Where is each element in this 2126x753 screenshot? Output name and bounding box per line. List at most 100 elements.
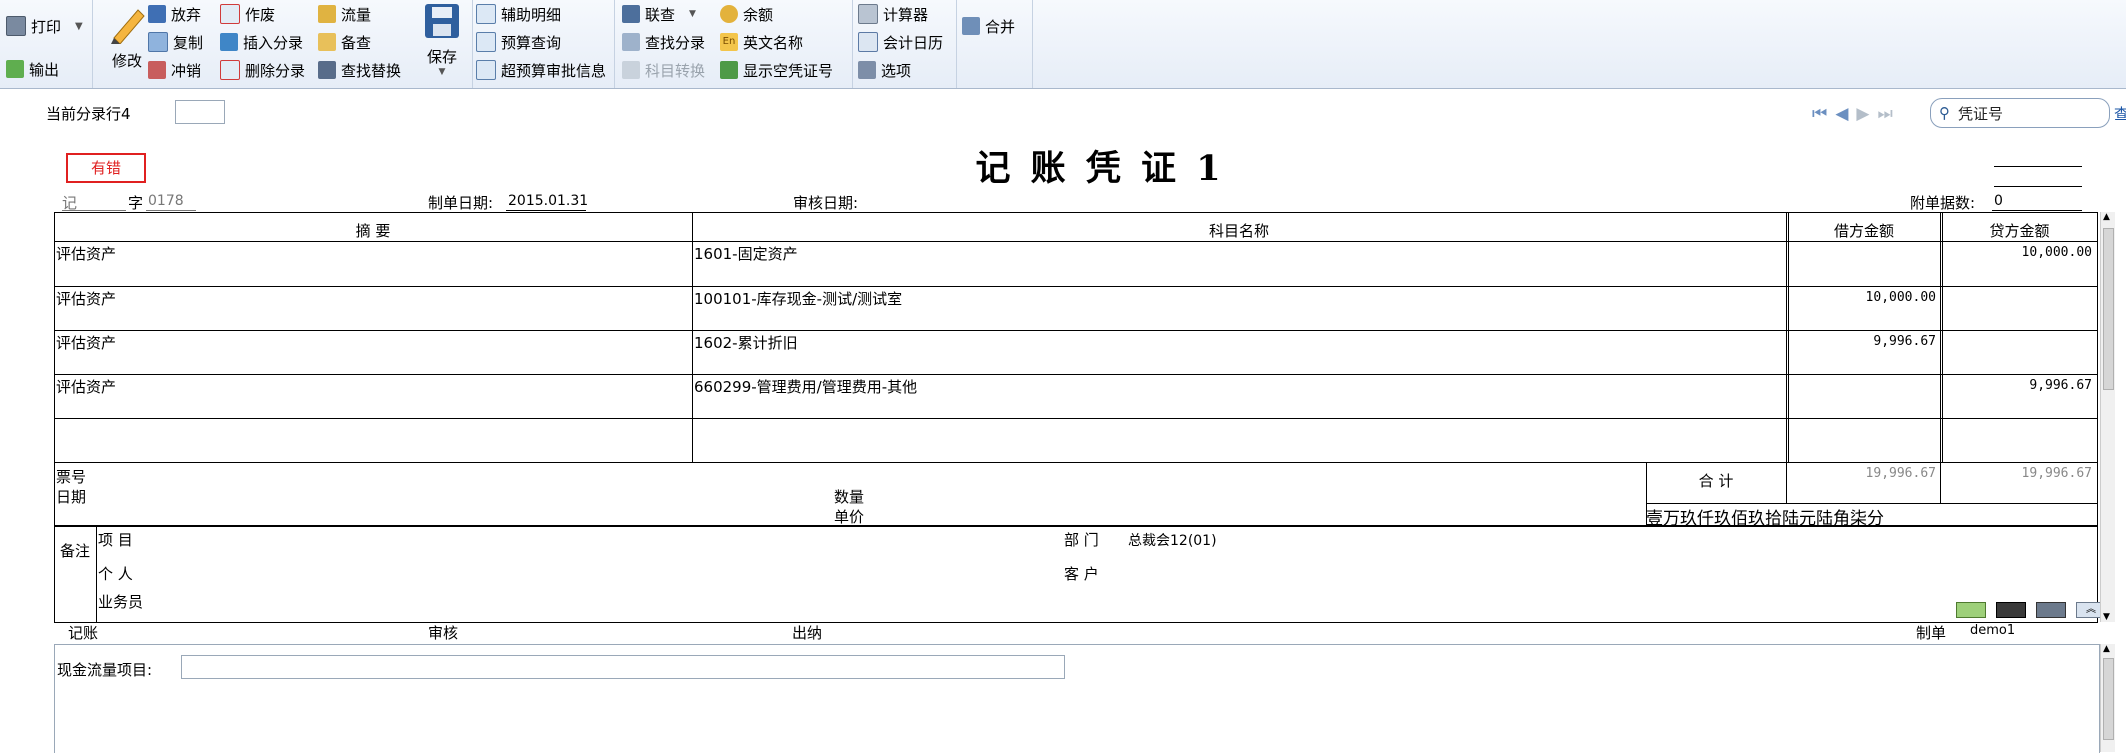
cashflow-panel: 现金流量项目: (54, 644, 2100, 753)
attachments-underline (1992, 210, 2082, 211)
row-summary[interactable]: 评估资产 (56, 376, 116, 397)
title-underline-2 (1994, 186, 2082, 187)
grid-line (54, 418, 2098, 419)
row-credit[interactable]: 9,996.67 (1942, 378, 2092, 393)
voucher-title: 记 账 凭 证 1 (975, 148, 1225, 189)
export-button[interactable]: 输出 (6, 57, 59, 81)
dropdown-arrow-icon: ▼ (438, 67, 446, 77)
grid-line (2097, 212, 2098, 622)
toolbar: 打印 ▼ 输出 修改 放弃 复制 冲销 作废 插入分录 删除分录 流量 备查 查… (0, 0, 2126, 89)
row-account[interactable]: 1602-累计折旧 (694, 332, 798, 353)
show-void-number-button[interactable]: 显示空凭证号 (720, 58, 833, 82)
convert-icon (622, 61, 640, 79)
print-button[interactable]: 打印 ▼ (6, 14, 83, 38)
english-name-button[interactable]: En 英文名称 (720, 30, 803, 54)
next-record-icon[interactable]: ▶ (1856, 104, 1869, 124)
insert-entry-button[interactable]: 插入分录 (220, 30, 303, 54)
cashier-label: 出纳 (792, 624, 823, 642)
calculator-icon (858, 4, 878, 24)
row-account[interactable]: 1601-固定资产 (694, 243, 798, 264)
row-summary[interactable]: 评估资产 (56, 288, 116, 309)
dropdown-arrow-icon[interactable]: ▼ (689, 9, 696, 19)
merge-button[interactable]: 合并 (962, 14, 1015, 38)
first-record-icon[interactable]: ⏮ (1812, 104, 1827, 124)
row-summary[interactable]: 评估资产 (56, 332, 116, 353)
header-summary: 摘 要 (355, 222, 391, 240)
attachments-count[interactable]: 0 (1994, 193, 2003, 209)
merge-icon (962, 17, 980, 35)
grid-line (1786, 462, 1787, 503)
last-record-icon[interactable]: ⏭ (1877, 104, 1892, 124)
unit-price-label: 单价 (834, 508, 865, 526)
grid-line (692, 212, 693, 462)
voucher-date[interactable]: 2015.01.31 (508, 193, 588, 209)
record-navigator: ⏮ ◀ ▶ ⏭ (1812, 104, 1893, 124)
maker-label: 制单 (1916, 624, 1947, 642)
delete-entry-button[interactable]: 删除分录 (220, 58, 305, 82)
budget-query-button[interactable]: 预算查询 (476, 30, 561, 54)
row-account[interactable]: 660299-管理费用/管理费用-其他 (694, 376, 917, 397)
check-button[interactable]: 备查 (318, 30, 371, 54)
scroll-down-icon[interactable]: ▼ (2103, 612, 2110, 622)
card-icon[interactable] (1996, 602, 2026, 618)
link-query-button[interactable]: 联查 ▼ (622, 2, 696, 26)
subject-convert-button[interactable]: 科目转换 (622, 58, 705, 82)
previous-record-icon[interactable]: ◀ (1835, 104, 1848, 124)
scroll-thumb[interactable] (2103, 658, 2114, 740)
cashflow-input[interactable] (181, 655, 1065, 679)
scroll-up-icon[interactable]: ▲ (2103, 212, 2110, 222)
search-button[interactable]: 查 (2114, 103, 2126, 124)
note-icon[interactable] (1956, 602, 1986, 618)
grid-line (96, 527, 97, 622)
flow-icon (318, 5, 336, 23)
scroll-up-icon[interactable]: ▲ (2103, 644, 2110, 654)
delete-row-icon (220, 60, 240, 80)
cashflow-label: 现金流量项目: (57, 661, 153, 679)
flow-button[interactable]: 流量 (318, 2, 371, 26)
find-entry-button[interactable]: 查找分录 (622, 30, 705, 54)
voucher-number[interactable]: 0178 (148, 193, 184, 209)
dropdown-arrow-icon[interactable]: ▼ (75, 21, 83, 32)
edit-button[interactable]: 修改 (100, 4, 154, 71)
search-icon: ⚲ (1939, 104, 1950, 122)
row-summary[interactable]: 评估资产 (56, 243, 116, 264)
ticket-date-label: 日期 (56, 488, 87, 506)
calendar-icon (858, 32, 878, 52)
aux-detail-button[interactable]: 辅助明细 (476, 2, 561, 26)
customer-label: 客 户 (1064, 565, 1099, 583)
printer-icon (6, 16, 26, 36)
date-label: 制单日期: (428, 194, 494, 212)
remarks-label: 备注 (60, 542, 91, 560)
scroll-thumb[interactable] (2103, 228, 2114, 390)
current-row-input[interactable] (175, 100, 225, 124)
department-value[interactable]: 总裁会12(01) (1128, 530, 1217, 550)
row-credit[interactable]: 10,000.00 (1942, 245, 2092, 260)
project-label: 项 目 (98, 531, 133, 549)
over-budget-button[interactable]: 超预算审批信息 (476, 58, 606, 82)
options-button[interactable]: 选项 (858, 58, 911, 82)
row-debit[interactable]: 10,000.00 (1788, 290, 1936, 305)
void-button[interactable]: 作废 (220, 2, 275, 26)
reverse-button[interactable]: 冲销 (148, 58, 201, 82)
copy-button[interactable]: 复制 (148, 30, 203, 54)
calendar-button[interactable]: 会计日历 (858, 30, 943, 54)
voucher-search-input[interactable]: ⚲ 凭证号 (1930, 98, 2110, 128)
bookkeeper-label: 记账 (68, 624, 99, 642)
grid-line (54, 330, 2098, 331)
grid-line (1940, 212, 1941, 462)
grid-line (1786, 212, 1787, 462)
abandon-button[interactable]: 放弃 (148, 2, 201, 26)
table-scrollbar[interactable]: ▲ ▼ (2100, 212, 2115, 622)
link-query-icon (622, 5, 640, 23)
balance-button[interactable]: 余额 (720, 2, 773, 26)
image-icon[interactable] (2036, 602, 2066, 618)
calculator-button[interactable]: 计算器 (858, 2, 928, 26)
auditor-label: 审核 (428, 624, 459, 642)
save-button[interactable]: 保存 ▼ (416, 4, 468, 77)
row-account[interactable]: 100101-库存现金-测试/测试室 (694, 288, 902, 309)
english-icon: En (720, 33, 738, 51)
find-replace-button[interactable]: 查找替换 (318, 58, 401, 82)
row-debit[interactable]: 9,996.67 (1788, 334, 1936, 349)
approval-icon (476, 60, 496, 80)
cashflow-scrollbar[interactable]: ▲ (2100, 644, 2115, 752)
